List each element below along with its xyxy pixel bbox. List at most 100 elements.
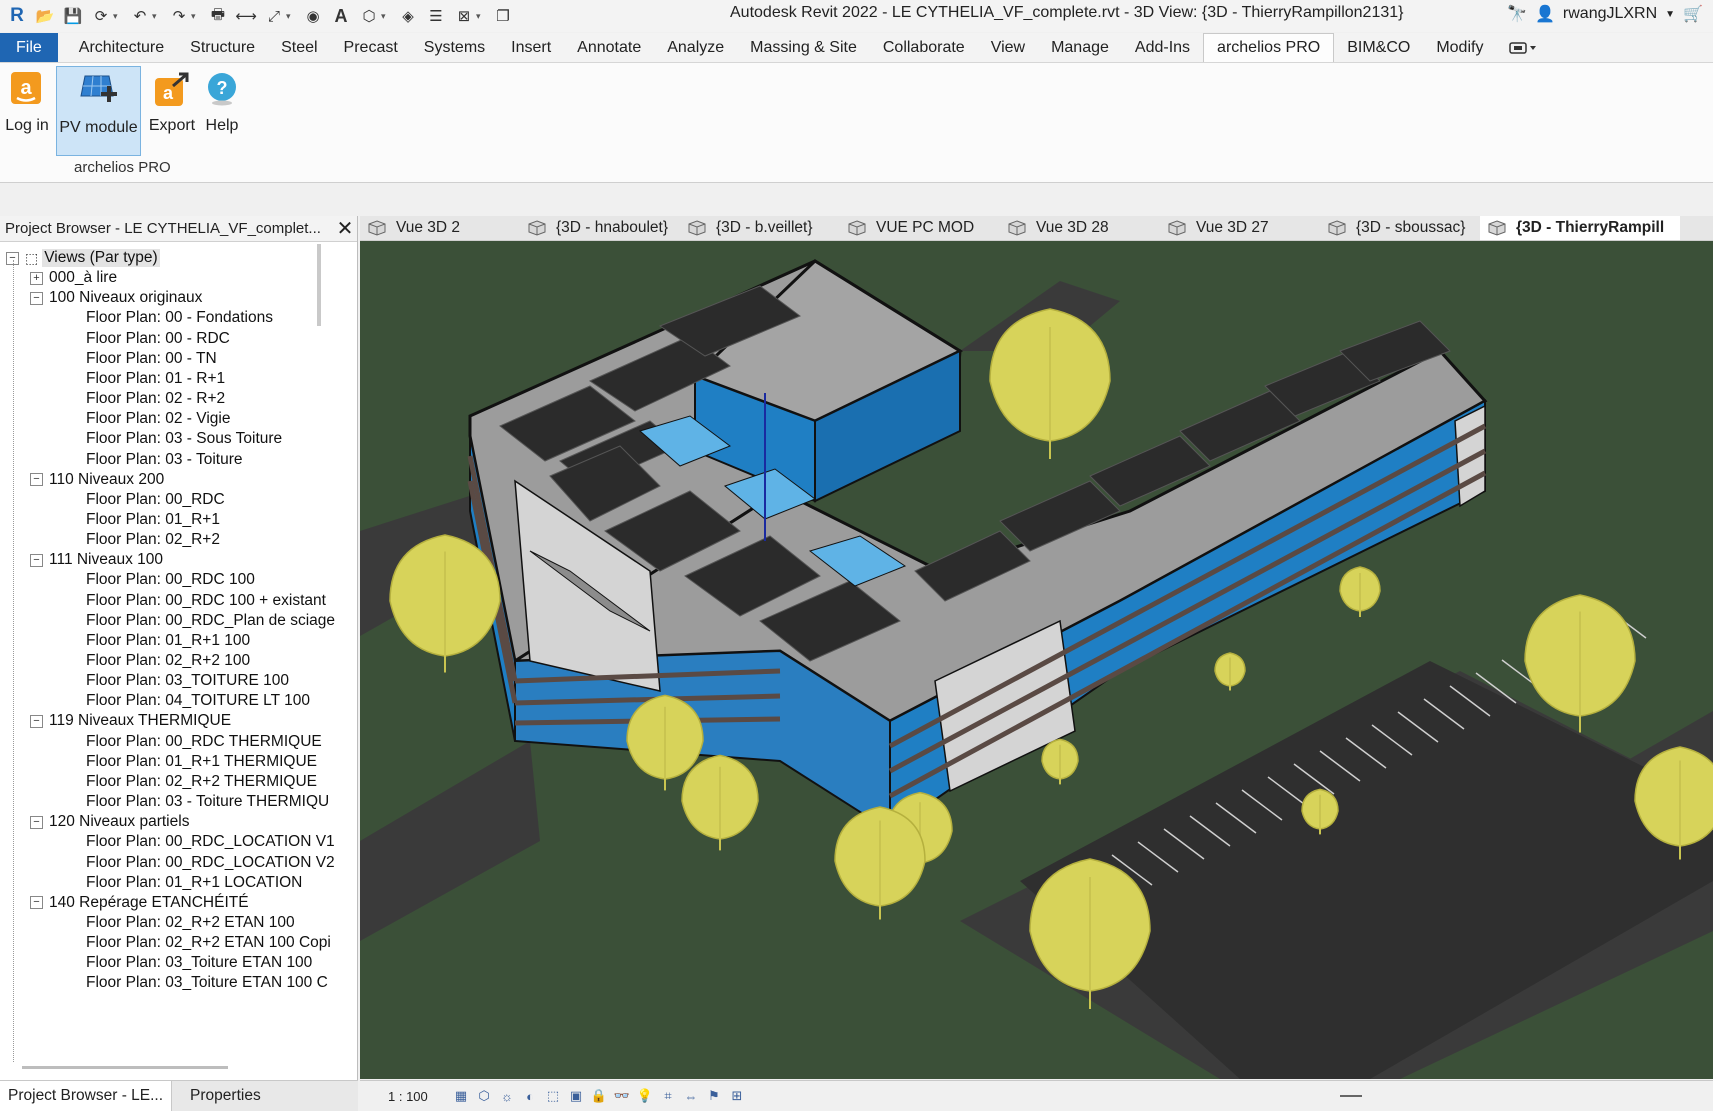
analytical-model-icon[interactable]: ⌗ <box>658 1088 678 1104</box>
view-tab[interactable]: VUE PC MOD <box>840 216 1000 240</box>
login-button[interactable]: a Log in <box>4 65 50 155</box>
tree-item[interactable]: Floor Plan: 02 - R+2 <box>86 388 225 410</box>
tree-group[interactable]: − ⬚ Views (Par type) <box>6 247 160 269</box>
ribbon-tab-steel[interactable]: Steel <box>268 33 330 62</box>
expand-icon[interactable]: + <box>30 271 43 285</box>
sun-path-icon[interactable]: ☼ <box>497 1088 517 1104</box>
tree-group[interactable]: −120 Niveaux partiels <box>30 811 189 833</box>
tree-group[interactable]: −110 Niveaux 200 <box>30 469 164 491</box>
chevron-down-icon[interactable]: ▾ <box>191 11 201 22</box>
ribbon-tab-file[interactable]: File <box>0 33 58 62</box>
project-tree[interactable]: − ⬚ Views (Par type) +000_à lire −100 Niveau… <box>0 242 357 1062</box>
chevron-down-icon[interactable]: ▾ <box>113 11 123 22</box>
tree-group[interactable]: −111 Niveaux 100 <box>30 549 163 571</box>
ribbon-tab-insert[interactable]: Insert <box>498 33 564 62</box>
ribbon-tab-architecture[interactable]: Architecture <box>66 33 177 62</box>
ribbon-tab-add-ins[interactable]: Add-Ins <box>1122 33 1203 62</box>
tag-icon[interactable]: ◉ <box>302 5 324 27</box>
tree-item[interactable]: Floor Plan: 00 - TN <box>86 348 217 370</box>
pv-module-button[interactable]: PV module <box>56 66 141 156</box>
lock-3d-icon[interactable]: 🔒 <box>589 1088 609 1104</box>
ribbon-tab-bim-co[interactable]: BIM&CO <box>1334 33 1423 62</box>
ribbon-tab-structure[interactable]: Structure <box>177 33 268 62</box>
tree-group[interactable]: −100 Niveaux originaux <box>30 287 202 309</box>
close-icon[interactable]: ✕ <box>333 216 357 241</box>
sync-icon[interactable]: ⟳ <box>90 5 112 27</box>
tree-item[interactable]: Floor Plan: 02_R+2 ETAN 100 <box>86 912 295 934</box>
tree-item[interactable]: Floor Plan: 00_RDC THERMIQUE <box>86 731 322 753</box>
view-scale[interactable]: 1 : 100 <box>388 1089 448 1104</box>
tree-group[interactable]: −119 Niveaux THERMIQUE <box>30 710 231 732</box>
tree-item[interactable]: Floor Plan: 02_R+2 ETAN 100 Copi <box>86 932 331 954</box>
revit-logo-icon[interactable]: R <box>6 5 28 27</box>
tree-item[interactable]: Floor Plan: 00_RDC 100 + existant <box>86 590 326 612</box>
ribbon-tab-systems[interactable]: Systems <box>411 33 498 62</box>
tree-item[interactable]: Floor Plan: 00_RDC 100 <box>86 569 255 591</box>
chevron-down-icon[interactable]: ▾ <box>152 11 162 22</box>
collapse-icon[interactable]: − <box>30 553 43 567</box>
tree-item[interactable]: Floor Plan: 01_R+1 LOCATION <box>86 872 302 894</box>
detail-level-icon[interactable]: ▦ <box>451 1088 471 1104</box>
chevron-down-icon[interactable]: ▾ <box>286 11 296 22</box>
cart-icon[interactable]: 🛒 <box>1683 4 1703 24</box>
print-icon[interactable]: 🖶 <box>207 5 229 27</box>
collapse-icon[interactable]: − <box>30 473 43 487</box>
ribbon-tab-collaborate[interactable]: Collaborate <box>870 33 978 62</box>
view-tab[interactable]: Vue 3D 28 <box>1000 216 1160 240</box>
collapse-icon[interactable]: − <box>30 815 43 829</box>
collapse-icon[interactable]: − <box>30 896 43 910</box>
ribbon-tab-annotate[interactable]: Annotate <box>564 33 654 62</box>
tree-item[interactable]: Floor Plan: 04_TOITURE LT 100 <box>86 690 310 712</box>
undo-icon[interactable]: ↶ <box>129 5 151 27</box>
tree-group[interactable]: −140 Repérage ETANCHÉITÉ <box>30 892 249 914</box>
tree-item[interactable]: Floor Plan: 02_R+2 <box>86 529 220 551</box>
section-icon[interactable]: ◈ <box>397 5 419 27</box>
view-tab[interactable]: {3D - sboussac} <box>1320 216 1480 240</box>
text-icon[interactable]: A <box>330 5 352 27</box>
shadows-icon[interactable]: ◐ <box>520 1088 540 1104</box>
ribbon-tab-modify[interactable]: Modify <box>1423 33 1496 62</box>
collapse-icon[interactable]: − <box>30 291 43 305</box>
binoculars-icon[interactable]: 🔭 <box>1507 4 1527 24</box>
3d-view-icon[interactable]: ⬡ <box>358 5 380 27</box>
scrollbar-horizontal[interactable] <box>22 1066 228 1069</box>
view-tab[interactable]: {3D - ThierryRampill <box>1480 216 1680 240</box>
tree-item[interactable]: Floor Plan: 01_R+1 THERMIQUE <box>86 751 317 773</box>
ribbon-tab-manage[interactable]: Manage <box>1038 33 1122 62</box>
tree-item[interactable]: Floor Plan: 00_RDC_LOCATION V2 <box>86 852 335 874</box>
tree-item[interactable]: Floor Plan: 00 - RDC <box>86 328 230 350</box>
close-hidden-icon[interactable]: ⊠ <box>453 5 475 27</box>
tree-item[interactable]: Floor Plan: 03_Toiture ETAN 100 <box>86 952 312 974</box>
ribbon-tab-massing-site[interactable]: Massing & Site <box>737 33 870 62</box>
view-tab[interactable]: {3D - b.veillet} <box>680 216 840 240</box>
tree-item[interactable]: Floor Plan: 03 - Sous Toiture <box>86 428 282 450</box>
view-tab[interactable]: {3D - hnaboulet} <box>520 216 680 240</box>
tree-item[interactable]: Floor Plan: 00 - Fondations <box>86 307 273 329</box>
dimension-icon[interactable]: ⤢ <box>263 5 285 27</box>
ribbon-tab-view[interactable]: View <box>978 33 1038 62</box>
tree-item[interactable]: Floor Plan: 00_RDC_Plan de sciage <box>86 610 335 632</box>
view-tab[interactable]: Vue 3D 27 <box>1160 216 1320 240</box>
export-button[interactable]: a Export <box>146 65 198 155</box>
highlight-displacement-icon[interactable]: ⇔ <box>681 1088 701 1104</box>
reveal-hidden-icon[interactable]: 💡 <box>635 1088 655 1104</box>
tab-project-browser[interactable]: Project Browser - LE... <box>0 1081 173 1111</box>
tree-item[interactable]: Floor Plan: 01_R+1 <box>86 509 220 531</box>
tree-group[interactable]: +000_à lire <box>30 267 117 289</box>
tree-item[interactable]: Floor Plan: 02_R+2 100 <box>86 650 250 672</box>
measure-icon[interactable]: ⟷ <box>235 5 257 27</box>
tree-item[interactable]: Floor Plan: 03 - Toiture <box>86 449 243 471</box>
save-icon[interactable]: 💾 <box>62 5 84 27</box>
tree-item[interactable]: Floor Plan: 00_RDC <box>86 489 225 511</box>
constraints-icon[interactable]: ⊞ <box>727 1088 747 1104</box>
show-crop-icon[interactable]: ▣ <box>566 1088 586 1104</box>
building-3d-view[interactable] <box>360 241 1713 1079</box>
help-button[interactable]: ? Help <box>200 65 244 155</box>
tree-item[interactable]: Floor Plan: 03_TOITURE 100 <box>86 670 289 692</box>
chevron-down-icon[interactable]: ▾ <box>476 11 486 22</box>
user-icon[interactable]: 👤 <box>1535 4 1555 24</box>
collapse-icon[interactable]: − <box>30 714 43 728</box>
tree-item[interactable]: Floor Plan: 01 - R+1 <box>86 368 225 390</box>
3d-viewport[interactable] <box>360 241 1713 1079</box>
tree-item[interactable]: Floor Plan: 01_R+1 100 <box>86 630 250 652</box>
